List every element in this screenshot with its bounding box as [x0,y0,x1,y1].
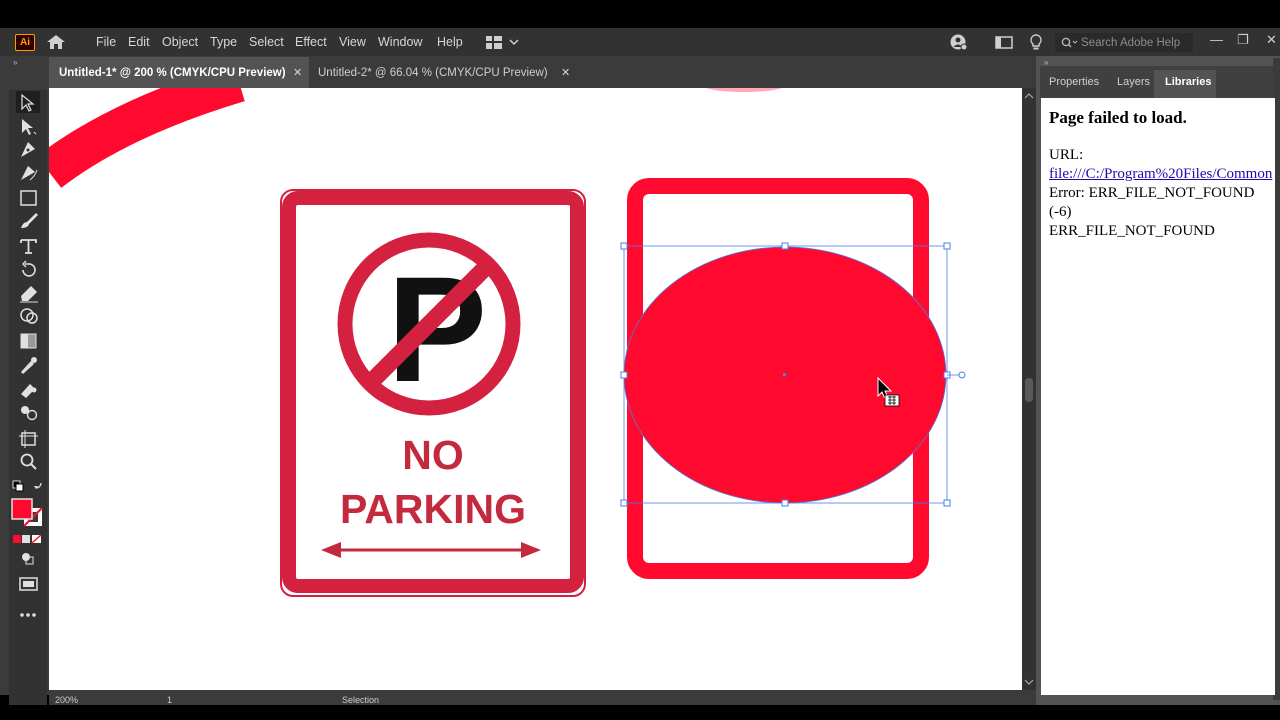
sign-text-parking: PARKING [340,486,526,532]
error-title: Page failed to load. [1049,108,1187,127]
menu-type[interactable]: Type [210,35,237,49]
artboard-canvas[interactable]: P NO PARKING [49,88,1022,690]
zoom-tool-icon [20,453,37,470]
sign-text-no: NO [402,432,464,478]
partial-ring-shape [49,88,245,188]
canvas-vertical-scrollbar[interactable] [1022,88,1036,690]
blend-tool-icon [21,384,37,398]
url-label: URL: [1049,147,1084,163]
libraries-error-page: Page failed to load. URL: file:///C:/Pro… [1041,98,1275,695]
type-tool-icon [20,239,37,254]
bottom-black-bar [0,705,1280,720]
error-line-1: Error: ERR_FILE_NOT_FOUND [1049,185,1255,201]
status-tool: Selection [342,695,380,705]
menu-object[interactable]: Object [162,35,198,49]
more-tools-icon [20,613,36,617]
screen-mode-icon [19,577,38,591]
tab-untitled-2[interactable]: Untitled-2* @ 66.04 % (CMYK/CPU Preview)… [309,57,579,88]
scroll-thumb[interactable] [1025,378,1033,402]
menu-file[interactable]: File [96,35,116,49]
shape-builder-tool-icon [20,308,38,324]
curvature-tool-icon [21,166,38,181]
eraser-tool-icon [20,286,38,303]
menu-bar: Ai File Edit Object Type Select Effect V… [0,28,1280,56]
rotate-tool-icon [22,260,36,277]
tab-layers[interactable]: Layers [1117,76,1150,88]
search-placeholder: Search Adobe Help [1081,36,1181,49]
eyedropper-tool-icon [21,357,37,374]
close-icon[interactable]: ✕ [1266,32,1277,48]
search-icon [1061,37,1078,47]
tab-label: Untitled-2* @ 66.04 % (CMYK/CPU Preview) [318,66,548,79]
menu-help[interactable]: Help [437,35,463,49]
draw-mode-icon [22,553,34,565]
no-parking-sign[interactable]: P NO PARKING [280,189,586,597]
minimize-icon[interactable]: — [1210,32,1223,47]
status-bar: 200% 1 Selection [49,690,1036,705]
tab-libraries[interactable]: Libraries [1165,76,1211,88]
color-mode-icons [13,534,42,544]
menu-view[interactable]: View [339,35,366,49]
tools-icons [11,91,43,617]
url-link[interactable]: file:///C:/Program%20Files/Common [1049,166,1272,182]
tab-label: Untitled-1* @ 200 % (CMYK/CPU Preview) [59,66,286,79]
faint-shape-top [706,88,782,92]
tab-untitled-1[interactable]: Untitled-1* @ 200 % (CMYK/CPU Preview) ✕ [49,57,309,88]
error-line-2: (-6) [1049,204,1072,220]
symbol-sprayer-tool-icon [21,406,38,421]
arrange-icon[interactable] [995,34,1013,51]
lightbulb-icon[interactable] [1027,34,1045,51]
swap-colors-icon [34,482,42,489]
gradient-tool-icon [20,333,37,349]
rectangle-tool-icon [20,190,37,206]
tab-close-icon[interactable]: ✕ [561,66,570,79]
zoom-level[interactable]: 200% [55,695,78,705]
tab-properties[interactable]: Properties [1049,76,1099,88]
artboard-tool-icon [19,430,38,448]
paintbrush-tool-icon [21,213,38,228]
pen-tool-icon [21,142,35,157]
error-line-3: ERR_FILE_NOT_FOUND [1049,223,1215,239]
search-input[interactable]: Search Adobe Help [1055,33,1193,52]
menu-select[interactable]: Select [249,35,284,49]
direct-selection-tool-icon [22,119,37,135]
top-black-bar [0,0,1280,28]
default-colors-icon [12,480,24,492]
fill-swatch-icon [11,498,33,520]
menu-edit[interactable]: Edit [128,35,150,49]
artboard-number[interactable]: 1 [167,695,172,705]
user-icon[interactable] [950,34,968,51]
restore-icon[interactable]: ❐ [1237,32,1249,48]
artwork: P NO PARKING [49,88,966,597]
workspace-icon[interactable] [485,35,519,50]
menu-effect[interactable]: Effect [295,35,327,49]
tab-close-icon[interactable]: ✕ [293,66,302,79]
menu-window[interactable]: Window [378,35,422,49]
